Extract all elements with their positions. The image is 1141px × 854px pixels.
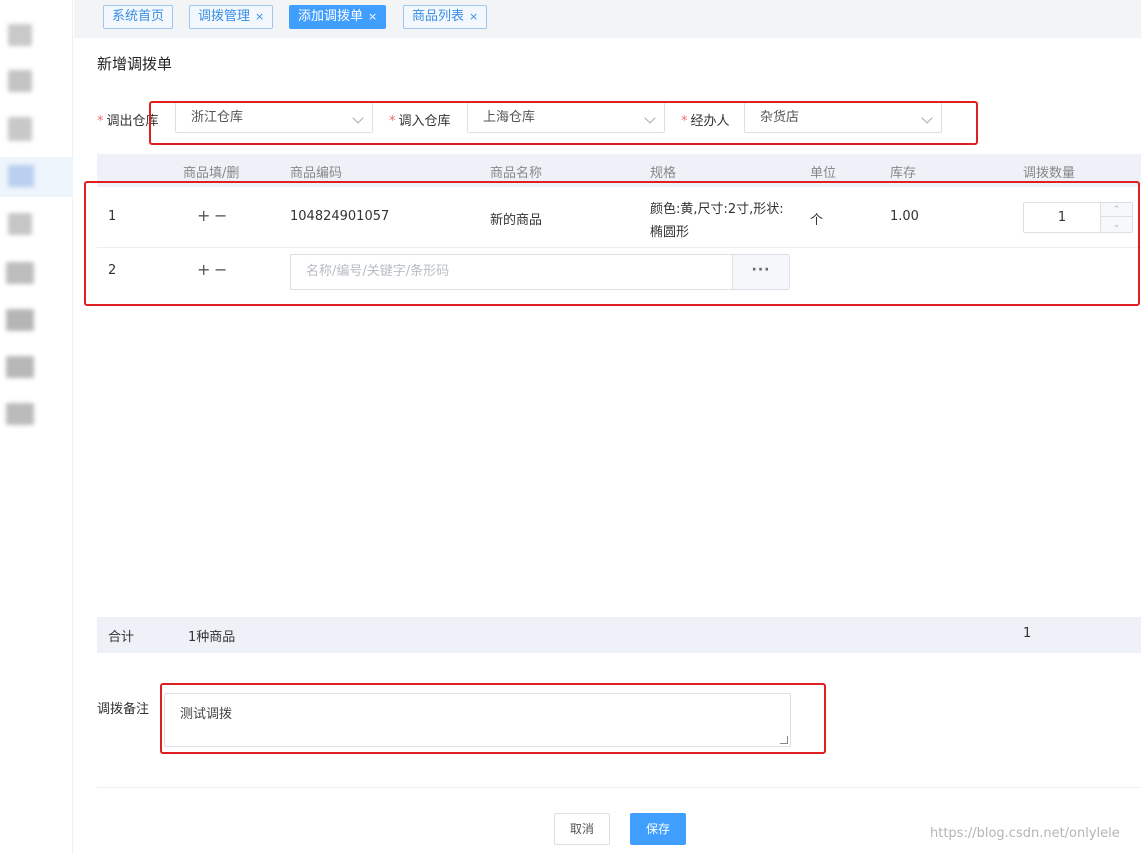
header-name: 商品名称 [490, 166, 543, 181]
table-footer [97, 617, 1141, 653]
in-warehouse-label-text: 调入仓库 [398, 114, 451, 129]
sidebar-item-2[interactable] [8, 70, 32, 92]
header-stock: 库存 [890, 166, 917, 181]
handler-select[interactable]: 杂货店 [744, 102, 942, 133]
row2-add-icon[interactable]: + [197, 260, 210, 279]
quantity-input[interactable]: 1 [1024, 203, 1100, 232]
out-warehouse-label-text: 调出仓库 [106, 114, 159, 129]
sidebar-item-7[interactable] [6, 309, 34, 331]
out-warehouse-value: 浙江仓库 [191, 110, 244, 125]
in-warehouse-select[interactable]: 上海仓库 [467, 102, 665, 133]
tab-product-list-label: 商品列表 [412, 9, 465, 24]
sidebar-item-8[interactable] [6, 356, 34, 378]
product-search-input[interactable]: 名称/编号/关键字/条形码 ··· [290, 254, 790, 290]
header-quantity: 调拨数量 [1023, 166, 1076, 181]
watermark: https://blog.csdn.net/onlylele [930, 826, 1120, 841]
page-title: 新增调拨单 [97, 55, 173, 73]
stepper-up-icon[interactable]: ⌃ [1101, 203, 1132, 217]
handler-label-text: 经办人 [690, 114, 730, 129]
tab-add-transfer-label: 添加调拨单 [298, 9, 364, 24]
table-header [97, 154, 1141, 187]
handler-label: * 经办人 [681, 110, 730, 129]
footer-total-label: 合计 [108, 630, 135, 645]
remark-value: 测试调拨 [180, 707, 233, 722]
header-add-remove: 商品填/删 [183, 166, 240, 181]
in-warehouse-value: 上海仓库 [483, 110, 536, 125]
header-spec: 规格 [650, 166, 677, 181]
row2-index: 2 [108, 263, 117, 278]
row-divider [97, 247, 1141, 248]
footer-total-quantity: 1 [1023, 626, 1032, 641]
sidebar-item-1[interactable] [8, 24, 32, 46]
out-warehouse-label: * 调出仓库 [97, 110, 159, 129]
required-mark: * [97, 114, 104, 129]
row1-remove-icon[interactable]: − [214, 206, 227, 225]
sidebar-item-4[interactable] [8, 165, 34, 187]
required-mark: * [681, 114, 688, 129]
row1-index: 1 [108, 209, 117, 224]
header-unit: 单位 [810, 166, 837, 181]
stepper-buttons: ⌃ ⌄ [1100, 203, 1132, 232]
resize-grip-icon[interactable] [780, 736, 788, 744]
more-options-button[interactable]: ··· [732, 255, 789, 289]
tab-transfer-management-label: 调拨管理 [198, 9, 251, 24]
tab-home-label: 系统首页 [112, 9, 165, 24]
row1-add-icon[interactable]: + [197, 206, 210, 225]
out-warehouse-select[interactable]: 浙江仓库 [175, 102, 373, 133]
save-button[interactable]: 保存 [630, 813, 686, 845]
quantity-stepper[interactable]: 1 ⌃ ⌄ [1023, 202, 1133, 233]
remark-label: 调拨备注 [97, 702, 150, 717]
row1-spec-line2: 椭圆形 [650, 225, 690, 240]
row1-unit: 个 [810, 213, 824, 228]
row2-remove-icon[interactable]: − [214, 260, 227, 279]
sidebar-item-9[interactable] [6, 403, 34, 425]
handler-value: 杂货店 [760, 110, 800, 125]
header-code: 商品编码 [290, 166, 343, 181]
cancel-button[interactable]: 取消 [554, 813, 610, 845]
tab-product-list[interactable]: 商品列表 × [403, 5, 488, 29]
sidebar-item-5[interactable] [8, 213, 32, 235]
product-search-placeholder: 名称/编号/关键字/条形码 [306, 264, 450, 279]
sidebar-item-6[interactable] [6, 262, 34, 284]
tab-add-transfer[interactable]: 添加调拨单 × [289, 5, 387, 29]
row1-code: 104824901057 [290, 209, 390, 224]
close-icon[interactable]: × [469, 10, 478, 23]
chevron-down-icon [644, 112, 656, 124]
remark-textarea[interactable]: 测试调拨 [164, 693, 791, 747]
sidebar-item-3[interactable] [8, 117, 32, 141]
close-icon[interactable]: × [368, 10, 377, 23]
chevron-down-icon [921, 112, 933, 124]
chevron-down-icon [352, 112, 364, 124]
row1-spec-line1: 颜色:黄,尺寸:2寸,形状: [650, 202, 784, 217]
in-warehouse-label: * 调入仓库 [389, 110, 451, 129]
close-icon[interactable]: × [255, 10, 264, 23]
stepper-down-icon[interactable]: ⌄ [1101, 218, 1132, 232]
row1-name: 新的商品 [490, 213, 543, 228]
footer-divider [97, 787, 1141, 788]
sidebar [0, 0, 73, 854]
row1-stock: 1.00 [890, 209, 919, 224]
footer-summary: 1种商品 [188, 630, 236, 645]
tab-transfer-management[interactable]: 调拨管理 × [189, 5, 274, 29]
tab-home[interactable]: 系统首页 [103, 5, 174, 29]
required-mark: * [389, 114, 396, 129]
